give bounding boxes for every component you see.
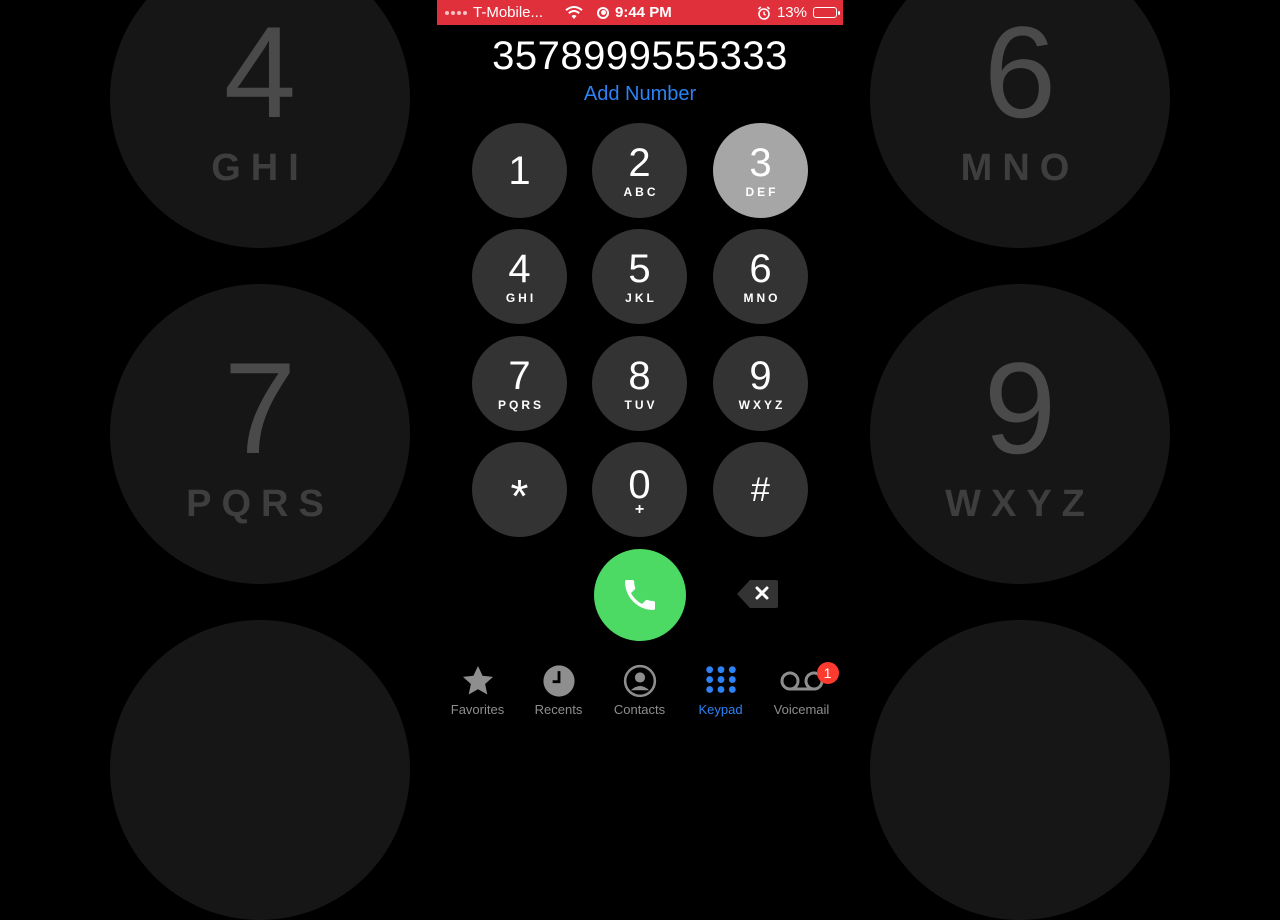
phone-screen: T-Mobile... 9:44 PM 13% 3578999555333 Ad… bbox=[437, 0, 843, 720]
wifi-icon bbox=[565, 5, 583, 19]
voicemail-badge: 1 bbox=[816, 662, 839, 684]
keypad: 1 2 ABC 3 DEF 4 GHI 5 JKL 6 MNO 7 PQRS 8… bbox=[472, 123, 808, 537]
person-icon bbox=[623, 664, 656, 698]
key-4[interactable]: 4 GHI bbox=[472, 229, 567, 324]
call-button[interactable] bbox=[594, 549, 686, 641]
key-8[interactable]: 8 TUV bbox=[592, 336, 687, 431]
battery-fill bbox=[815, 9, 817, 16]
tab-favorites[interactable]: Favorites bbox=[437, 660, 518, 720]
tab-voicemail[interactable]: 1 Voicemail bbox=[761, 660, 842, 720]
key-3[interactable]: 3 DEF bbox=[713, 123, 808, 218]
alarm-icon bbox=[757, 5, 770, 20]
battery-icon bbox=[813, 7, 840, 18]
background-key-partial-left bbox=[110, 620, 410, 920]
key-2[interactable]: 2 ABC bbox=[592, 123, 687, 218]
key-hash[interactable]: # bbox=[713, 442, 808, 537]
key-7[interactable]: 7 PQRS bbox=[472, 336, 567, 431]
delete-icon bbox=[737, 580, 778, 608]
tab-contacts[interactable]: Contacts bbox=[599, 660, 680, 720]
background-key-4: 4 GHI bbox=[110, 0, 410, 248]
background-key-6: 6 MNO bbox=[870, 0, 1170, 248]
carrier-name: T-Mobile... bbox=[473, 4, 544, 21]
add-number-link[interactable]: Add Number bbox=[437, 83, 843, 106]
delete-button[interactable] bbox=[736, 578, 780, 610]
background-key-partial-right bbox=[870, 620, 1170, 920]
key-1[interactable]: 1 bbox=[472, 123, 567, 218]
key-9[interactable]: 9 WXYZ bbox=[713, 336, 808, 431]
phone-icon bbox=[625, 580, 655, 610]
tab-bar: Favorites Recents Contacts Keypad 1 Voic… bbox=[437, 660, 843, 720]
background-key-9: 9 WXYZ bbox=[870, 284, 1170, 584]
key-6[interactable]: 6 MNO bbox=[713, 229, 808, 324]
clock-icon bbox=[542, 665, 575, 697]
battery-percent: 13% bbox=[776, 4, 807, 21]
screen-recording-icon bbox=[597, 6, 609, 19]
tab-recents[interactable]: Recents bbox=[518, 660, 599, 720]
tab-keypad[interactable]: Keypad bbox=[680, 660, 761, 720]
signal-icon bbox=[445, 10, 467, 15]
key-5[interactable]: 5 JKL bbox=[592, 229, 687, 324]
background-key-7: 7 PQRS bbox=[110, 284, 410, 584]
status-time: 9:44 PM bbox=[615, 4, 672, 21]
keypad-icon bbox=[705, 666, 736, 693]
dialed-number: 3578999555333 bbox=[492, 34, 788, 78]
key-star[interactable]: * bbox=[472, 442, 567, 537]
star-icon bbox=[462, 665, 493, 695]
key-0[interactable]: 0 + bbox=[592, 442, 687, 537]
status-bar: T-Mobile... 9:44 PM 13% bbox=[437, 0, 843, 25]
